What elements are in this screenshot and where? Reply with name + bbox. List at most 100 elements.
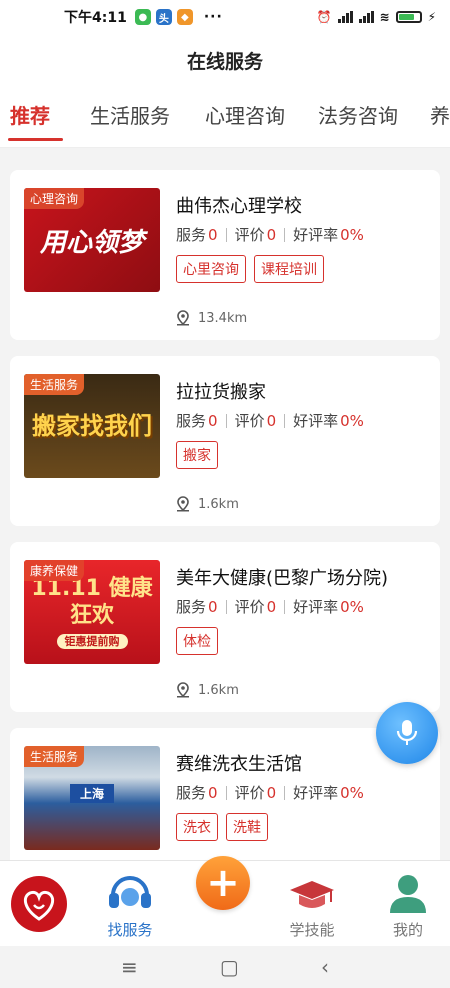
stat-label: 评价 [234,412,265,430]
service-count: 0 [208,597,218,616]
service-tags: 心里咨询 课程培训 [176,255,430,283]
category-badge: 心理咨询 [24,188,85,209]
service-count: 0 [208,783,218,802]
service-card[interactable]: 11.11 健康狂欢 钜惠提前购 康养保健 美年大健康(巴黎广场分院) 服务 0 … [10,542,440,712]
stat-label: 好评率 [293,598,339,616]
service-thumbnail: 上海 生活服务 [24,746,160,850]
wechat-notification-icon: ● [134,9,151,25]
service-info: 赛维洗衣生活馆 服务 0 评价 0 好评率 0% 洗衣 洗鞋 [176,750,430,841]
distance: 1.6km [176,682,239,698]
stat-label: 服务 [176,226,207,244]
page-header: 在线服务 [0,34,450,86]
tab-elderly-care[interactable]: 养 [430,100,450,129]
service-name: 美年大健康(巴黎广场分院) [176,568,389,589]
stat-label: 好评率 [293,784,339,802]
signal-icon [358,11,374,23]
service-tags: 搬家 [176,441,430,469]
category-badge: 生活服务 [24,746,85,767]
charging-icon: ⚡ [427,10,436,24]
service-tags: 体检 [176,627,430,655]
rating-count: 0 [266,783,277,802]
voice-input-button[interactable] [376,702,438,764]
category-badge: 生活服务 [24,374,85,395]
status-right: ⏰ ≋ ⚡ [317,10,436,24]
good-rate: 0% [340,597,364,616]
stat-label: 评价 [234,784,265,802]
service-info: 拉拉货搬家 服务 0 评价 0 好评率 0% 搬家 [176,378,430,469]
wifi-icon: ≋ [379,10,390,24]
good-rate: 0% [340,225,364,244]
stat-label: 好评率 [293,412,339,430]
divider [225,413,227,428]
back-icon[interactable]: ‹ [321,955,329,979]
nav-profile[interactable]: 我的 [368,861,448,947]
service-tag[interactable]: 洗鞋 [226,813,268,841]
service-count: 0 [208,225,218,244]
category-badge: 康养保健 [24,560,85,581]
home-icon[interactable]: ▢ [220,955,239,979]
alarm-icon: ⏰ [316,10,332,24]
service-stats: 服务 0 评价 0 好评率 0% [176,410,430,431]
service-tag[interactable]: 搬家 [176,441,218,469]
tab-legal[interactable]: 法务咨询 [318,100,398,129]
service-stats: 服务 0 评价 0 好评率 0% [176,224,430,245]
service-thumbnail: 11.11 健康狂欢 钜惠提前购 康养保健 [24,560,160,664]
service-info: 美年大健康(巴黎广场分院) 服务 0 评价 0 好评率 0% 体检 [176,564,430,655]
nav-learn-skills[interactable]: 学技能 [272,861,352,947]
plus-icon: + [206,860,240,906]
divider [225,227,227,242]
stat-label: 好评率 [293,226,339,244]
microphone-icon [396,720,418,745]
divider [284,413,286,428]
thumbnail-headline: 11.11 健康狂欢 [31,575,153,629]
distance-text: 1.6km [198,682,239,698]
divider [284,227,286,242]
distance-text: 1.6km [198,496,239,512]
distance-text: 13.4km [198,310,248,326]
graduation-cap-icon [290,881,334,908]
status-time: 下午4:11 [64,10,127,26]
stat-label: 服务 [176,598,207,616]
nav-find-service[interactable]: 找服务 [90,861,170,947]
good-rate: 0% [340,783,364,802]
person-icon [390,875,426,913]
category-tabs: 推荐 生活服务 心理咨询 法务咨询 养 [0,86,450,148]
rating-count: 0 [266,411,277,430]
service-count: 0 [208,411,218,430]
divider [225,785,227,800]
tab-recommended[interactable]: 推荐 [10,100,50,129]
stat-label: 评价 [234,598,265,616]
location-pin-icon [177,496,189,512]
rating-count: 0 [266,597,277,616]
divider [284,785,286,800]
stat-label: 服务 [176,784,207,802]
service-tag[interactable]: 课程培训 [254,255,324,283]
active-tab-indicator [8,138,63,141]
service-tag[interactable]: 体检 [176,627,218,655]
page-title: 在线服务 [186,50,263,73]
service-card[interactable]: 用心领梦 心理咨询 曲伟杰心理学校 服务 0 评价 0 好评率 0% 心里咨询 课程培… [10,170,440,340]
location-pin-icon [177,682,189,698]
thumbnail-signage: 上海 [69,784,114,803]
nav-label: 学技能 [289,921,335,939]
divider [284,599,286,614]
service-info: 曲伟杰心理学校 服务 0 评价 0 好评率 0% 心里咨询 课程培训 [176,192,430,283]
service-stats: 服务 0 评价 0 好评率 0% [176,782,430,803]
more-notifications-icon: ··· [203,9,223,25]
nav-home-logo[interactable] [0,861,78,947]
service-tag[interactable]: 洗衣 [176,813,218,841]
nav-label: 找服务 [107,921,153,939]
service-name: 曲伟杰心理学校 [176,196,302,217]
service-card[interactable]: 搬家找我们 生活服务 拉拉货搬家 服务 0 评价 0 好评率 0% 搬家 1.6km [10,356,440,526]
service-thumbnail: 搬家找我们 生活服务 [24,374,160,478]
stat-label: 评价 [234,226,265,244]
tab-psychology[interactable]: 心理咨询 [205,100,285,129]
tab-life-services[interactable]: 生活服务 [90,100,170,129]
service-tag[interactable]: 心里咨询 [176,255,246,283]
brand-logo-icon [11,876,67,932]
location-pin-icon [177,310,189,326]
nav-label: 我的 [392,921,423,939]
add-button[interactable]: + [196,856,250,910]
app-notification-icon: ◆ [176,9,193,25]
menu-icon[interactable]: ≡ [121,955,138,979]
